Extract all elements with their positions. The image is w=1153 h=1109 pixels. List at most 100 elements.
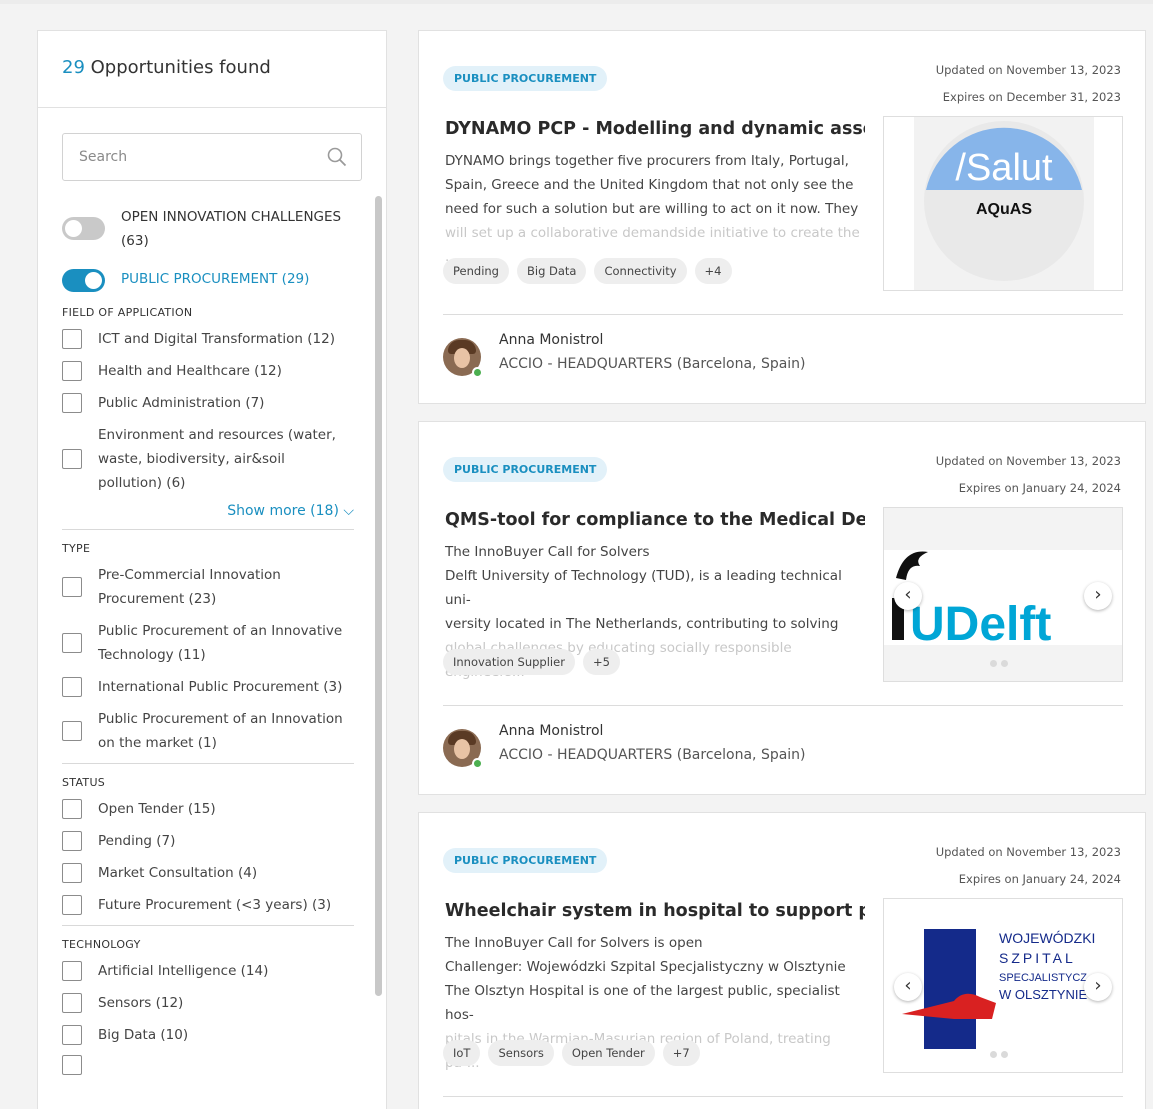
description-line: need for such a solution but are willing…	[445, 201, 859, 217]
updated-date: Updated on November 13, 2023	[935, 845, 1121, 859]
toggle-knob	[85, 272, 102, 289]
avatar-face	[454, 348, 470, 368]
checkbox[interactable]	[62, 677, 82, 697]
card-dates: Updated on November 13, 2023 Expires on …	[936, 448, 1121, 502]
carousel-dot[interactable]	[1001, 1051, 1008, 1058]
filter-option[interactable]	[62, 1055, 360, 1075]
author-text: Anna Monistrol ACCIO - HEADQUARTERS (Bar…	[499, 720, 806, 768]
tag: Connectivity	[594, 258, 687, 284]
tag-more[interactable]: +7	[662, 1040, 700, 1066]
expires-date: Expires on January 24, 2024	[958, 481, 1121, 495]
checkbox[interactable]	[62, 393, 82, 413]
filter-option-label: Pre-Commercial Innovation Procurement (2…	[98, 567, 281, 607]
description-line: DYNAMO brings together five procurers fr…	[445, 153, 849, 169]
card-title[interactable]: Wheelchair system in hospital to support…	[445, 901, 865, 921]
description-line: Spain, Greece and the United Kingdom tha…	[445, 177, 854, 193]
filter-option[interactable]: International Public Procurement (3)	[62, 675, 360, 699]
opportunity-card[interactable]: PUBLIC PROCUREMENT Updated on November 1…	[418, 812, 1146, 1109]
description-line: versity located in The Netherlands, cont…	[445, 616, 839, 632]
opportunity-card[interactable]: PUBLIC PROCUREMENT Updated on November 1…	[418, 30, 1146, 404]
results-count-header: 29 Opportunities found	[38, 31, 386, 108]
filter-option[interactable]: Future Procurement (<3 years) (3)	[62, 893, 360, 917]
checkbox[interactable]	[62, 799, 82, 819]
checkbox[interactable]	[62, 993, 82, 1013]
filter-option[interactable]: Environment and resources (water, waste,…	[62, 423, 360, 495]
checkbox[interactable]	[62, 449, 82, 469]
card-title[interactable]: DYNAMO PCP - Modelling and dynamic asses…	[445, 119, 865, 139]
card-title[interactable]: QMS-tool for compliance to the Medical D…	[445, 510, 865, 530]
card-thumbnail[interactable]: UDelft ‹ ›	[883, 507, 1123, 682]
toggle-row-public-procurement: PUBLIC PROCUREMENT (29)	[62, 267, 360, 292]
author-info[interactable]: Anna Monistrol ACCIO - HEADQUARTERS (Bar…	[443, 720, 806, 769]
filter-option[interactable]: Health and Healthcare (12)	[62, 359, 360, 383]
tag-list: IoT Sensors Open Tender +7	[443, 1040, 708, 1066]
filter-option[interactable]: Public Procurement of an Innovation on t…	[62, 707, 360, 755]
checkbox[interactable]	[62, 1025, 82, 1045]
sidebar-scrollbar[interactable]	[375, 196, 382, 996]
online-status-icon	[472, 367, 483, 378]
description-line: The Olsztyn Hospital is one of the large…	[445, 983, 840, 1023]
logo-subtext: AQuAS	[976, 201, 1032, 218]
filter-option[interactable]: Big Data (10)	[62, 1023, 360, 1047]
filter-option-label: ICT and Digital Transformation (12)	[98, 331, 335, 347]
author-info[interactable]: Anna Monistrol ACCIO - HEADQUARTERS (Bar…	[443, 329, 806, 378]
carousel-next-button[interactable]: ›	[1084, 973, 1112, 1001]
tag: Sensors	[488, 1040, 554, 1066]
open-innovation-label: OPEN INNOVATION CHALLENGES (63)	[121, 209, 342, 249]
divider	[443, 314, 1123, 315]
checkbox[interactable]	[62, 721, 82, 741]
results-label: Opportunities found	[90, 57, 271, 78]
carousel-next-button[interactable]: ›	[1084, 582, 1112, 610]
open-innovation-toggle[interactable]	[62, 217, 105, 240]
carousel-dot[interactable]	[990, 1051, 997, 1058]
checkbox[interactable]	[62, 577, 82, 597]
filter-sidebar: 29 Opportunities found OPEN INNOVATION C…	[37, 30, 387, 1109]
checkbox[interactable]	[62, 633, 82, 653]
filter-option[interactable]: Pending (7)	[62, 829, 360, 853]
filter-option[interactable]: Artificial Intelligence (14)	[62, 959, 360, 983]
filter-option-label: Future Procurement (<3 years) (3)	[98, 897, 332, 913]
expires-date: Expires on December 31, 2023	[942, 90, 1121, 104]
updated-date: Updated on November 13, 2023	[935, 454, 1121, 468]
filter-option[interactable]: ICT and Digital Transformation (12)	[62, 327, 360, 351]
top-border	[0, 0, 1153, 4]
filter-option[interactable]: Sensors (12)	[62, 991, 360, 1015]
online-status-icon	[472, 758, 483, 769]
tag: IoT	[443, 1040, 481, 1066]
tag-more[interactable]: +5	[582, 649, 620, 675]
public-procurement-label: PUBLIC PROCUREMENT (29)	[121, 271, 310, 287]
results-count: 29	[62, 57, 85, 78]
checkbox[interactable]	[62, 961, 82, 981]
author-name: Anna Monistrol	[499, 723, 604, 739]
logo-line: WOJEWÓDZKI	[999, 930, 1095, 946]
checkbox[interactable]	[62, 329, 82, 349]
carousel-dot[interactable]	[1001, 660, 1008, 667]
card-thumbnail[interactable]: /Salut AQuAS	[883, 116, 1123, 291]
checkbox[interactable]	[62, 1055, 82, 1075]
search-input[interactable]	[63, 134, 303, 180]
filter-option-label: Health and Healthcare (12)	[98, 363, 282, 379]
filter-option[interactable]: Pre-Commercial Innovation Procurement (2…	[62, 563, 360, 611]
tag: Big Data	[516, 258, 587, 284]
checkbox[interactable]	[62, 361, 82, 381]
opportunity-card[interactable]: PUBLIC PROCUREMENT Updated on November 1…	[418, 421, 1146, 795]
filter-option[interactable]: Public Procurement of an Innovative Tech…	[62, 619, 360, 667]
checkbox[interactable]	[62, 863, 82, 883]
logo-line: SZPITAL	[999, 950, 1076, 966]
carousel-prev-button[interactable]: ‹	[894, 582, 922, 610]
logo-line: SPECJALISTYCZ	[999, 972, 1087, 984]
carousel-prev-button[interactable]: ‹	[894, 973, 922, 1001]
tag-more[interactable]: +4	[694, 258, 732, 284]
filter-option[interactable]: Public Administration (7)	[62, 391, 360, 415]
search-icon[interactable]	[327, 147, 347, 167]
show-more-link[interactable]: Show more (18) ⌵	[62, 503, 354, 519]
checkbox[interactable]	[62, 895, 82, 915]
card-thumbnail[interactable]: WOJEWÓDZKI SZPITAL SPECJALISTYCZ W OLSZT…	[883, 898, 1123, 1073]
category-badge: PUBLIC PROCUREMENT	[443, 457, 608, 482]
toggle-knob	[65, 220, 82, 237]
filter-option[interactable]: Open Tender (15)	[62, 797, 360, 821]
carousel-dot[interactable]	[990, 660, 997, 667]
public-procurement-toggle[interactable]	[62, 269, 105, 292]
filter-option[interactable]: Market Consultation (4)	[62, 861, 360, 885]
checkbox[interactable]	[62, 831, 82, 851]
